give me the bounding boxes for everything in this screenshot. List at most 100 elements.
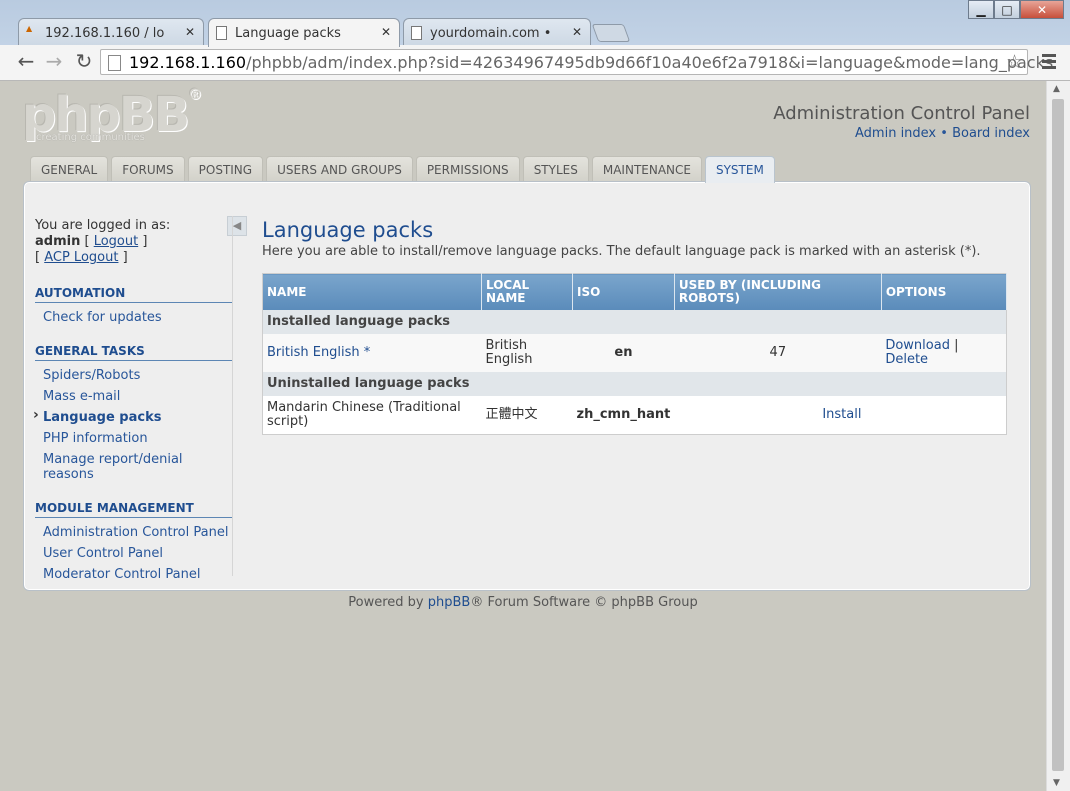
scrollbar-thumb[interactable] [1052,99,1064,771]
tab-general[interactable]: GENERAL [30,156,109,182]
lang-options: Download | Delete [881,334,1007,372]
column-options: OPTIONS [881,273,1008,310]
page-icon [216,26,227,40]
page-description: Here you are able to install/remove lang… [262,244,981,259]
column-iso: ISO [572,273,675,310]
menu-icon[interactable] [1042,54,1056,72]
table-row: British English * British English en 47 … [262,334,1007,372]
tab-users-and-groups[interactable]: USERS AND GROUPS [266,156,413,182]
new-tab-button[interactable] [591,24,631,42]
page-title: Language packs [262,218,434,242]
lang-iso: zh_cmn_hant [572,396,675,435]
page-icon [411,26,422,40]
board-index-link[interactable]: Board index [952,126,1030,141]
forward-arrow-icon[interactable]: → [42,51,66,73]
phpbb-link[interactable]: phpBB [428,595,471,610]
browser-tab-phpmyadmin[interactable]: ▲ 192.168.1.160 / localhos ✕ [18,18,204,46]
tab-styles[interactable]: STYLES [522,156,589,182]
window-close-button[interactable]: ✕ [1020,0,1064,19]
tab-forums[interactable]: FORUMS [111,156,185,182]
tab-posting[interactable]: POSTING [187,156,264,182]
page-viewport: phpBB® creating communities Administrati… [0,81,1046,791]
sidebar: You are logged in as: admin [ Logout ] [… [33,216,247,585]
tab-maintenance[interactable]: MAINTENANCE [591,156,702,182]
maximize-button[interactable]: □ [994,0,1020,19]
lang-name: Mandarin Chinese (Traditional script) [262,396,482,435]
username: admin [35,234,81,249]
browser-tab-yourdomain[interactable]: yourdomain.com • Infor ✕ [403,18,591,46]
section-general-tasks: GENERAL TASKS [35,342,233,361]
delete-link[interactable]: Delete [885,352,928,367]
lang-iso: en [572,334,675,372]
menu-item-manage-reasons[interactable]: Manage report/denial reasons [35,449,233,485]
table-row: Mandarin Chinese (Traditional script) 正體… [262,396,1007,435]
column-local-name: LOCAL NAME [481,273,573,310]
column-used-by: USED BY (INCLUDING ROBOTS) [674,273,882,310]
tab-label: Language packs [235,26,341,41]
close-icon[interactable]: ✕ [572,25,582,39]
window-controls: ▁ □ ✕ [968,0,1064,20]
acp-logout-link[interactable]: ACP Logout [44,250,118,265]
vertical-scrollbar[interactable]: ▲ ▼ [1046,81,1070,791]
acp-tabs: GENERAL FORUMS POSTING USERS AND GROUPS … [30,156,778,183]
close-icon[interactable]: ✕ [381,25,391,39]
admin-index-link[interactable]: Admin index [855,126,936,141]
tab-permissions[interactable]: PERMISSIONS [415,156,520,182]
footer-prefix: Powered by [348,595,428,610]
logo-tagline: creating communities [36,132,145,143]
menu-item-check-for-updates[interactable]: Check for updates [35,307,233,328]
menu-item-spiders-robots[interactable]: Spiders/Robots [35,365,233,386]
module-management-menu: Administration Control Panel User Contro… [35,522,233,585]
lang-install-cell: Install [674,396,1007,435]
scroll-up-arrow-icon[interactable]: ▲ [1053,84,1060,94]
login-info: You are logged in as: admin [ Logout ] [… [35,218,233,266]
menu-item-acp[interactable]: Administration Control Panel [35,522,233,543]
tab-strip: ▲ 192.168.1.160 / localhos ✕ Language pa… [0,12,960,47]
browser-toolbar: ← → ↻ 192.168.1.160/phpbb/adm/index.php?… [0,45,1070,81]
install-link[interactable]: Install [822,407,861,422]
menu-item-language-packs[interactable]: Language packs [33,407,233,428]
minimize-button[interactable]: ▁ [968,0,994,19]
tab-system[interactable]: SYSTEM [704,156,775,183]
lang-used-by: 47 [674,334,882,372]
menu-item-mcp[interactable]: Moderator Control Panel [35,564,233,585]
tab-label: yourdomain.com • Infor [430,26,550,41]
tab-label: 192.168.1.160 / localhos [45,26,165,41]
menu-item-php-information[interactable]: PHP information [35,428,233,449]
uninstalled-label: Uninstalled language packs [262,372,1007,396]
collapse-sidebar-icon[interactable]: ◀ [227,216,247,236]
bookmark-star-icon[interactable]: ☆ [1006,51,1023,73]
logout-link[interactable]: Logout [94,234,139,249]
automation-menu: Check for updates [35,307,233,328]
lang-name: British English * [262,334,482,372]
header-links: Admin index • Board index [855,126,1030,141]
url-host: 192.168.1.160 [129,53,247,72]
back-arrow-icon[interactable]: ← [14,51,38,73]
content-panel: You are logged in as: admin [ Logout ] [… [23,181,1031,591]
logged-in-label: You are logged in as: [35,218,171,233]
sidebar-divider [232,216,233,576]
column-name: NAME [262,273,482,310]
page-footer: Powered by phpBB® Forum Software © phpBB… [0,595,1046,610]
reload-icon[interactable]: ↻ [72,51,96,73]
page-heading: Administration Control Panel [773,103,1030,124]
page-icon [108,55,121,71]
browser-tab-language-packs[interactable]: Language packs ✕ [208,18,400,47]
separator: • [940,126,948,141]
browser-chrome: ▲ 192.168.1.160 / localhos ✕ Language pa… [0,0,1070,81]
url-path: /phpbb/adm/index.php?sid=42634967495db9d… [246,53,1054,72]
language-packs-table: NAME LOCAL NAME ISO USED BY (INCLUDING R… [262,273,1008,435]
lang-name-link[interactable]: British English * [267,345,370,360]
phpmyadmin-icon: ▲ [26,24,33,33]
menu-item-mass-email[interactable]: Mass e-mail [35,386,233,407]
installed-label: Installed language packs [262,310,1007,334]
option-separator: | [954,338,959,353]
address-bar[interactable]: 192.168.1.160/phpbb/adm/index.php?sid=42… [100,49,1053,75]
menu-item-ucp[interactable]: User Control Panel [35,543,233,564]
scroll-down-arrow-icon[interactable]: ▼ [1053,778,1060,788]
lang-local-name: British English [481,334,573,372]
general-tasks-menu: Spiders/Robots Mass e-mail Language pack… [33,365,233,485]
close-icon[interactable]: ✕ [185,25,195,39]
download-link[interactable]: Download [885,338,950,353]
url-text: 192.168.1.160/phpbb/adm/index.php?sid=42… [129,53,1053,72]
